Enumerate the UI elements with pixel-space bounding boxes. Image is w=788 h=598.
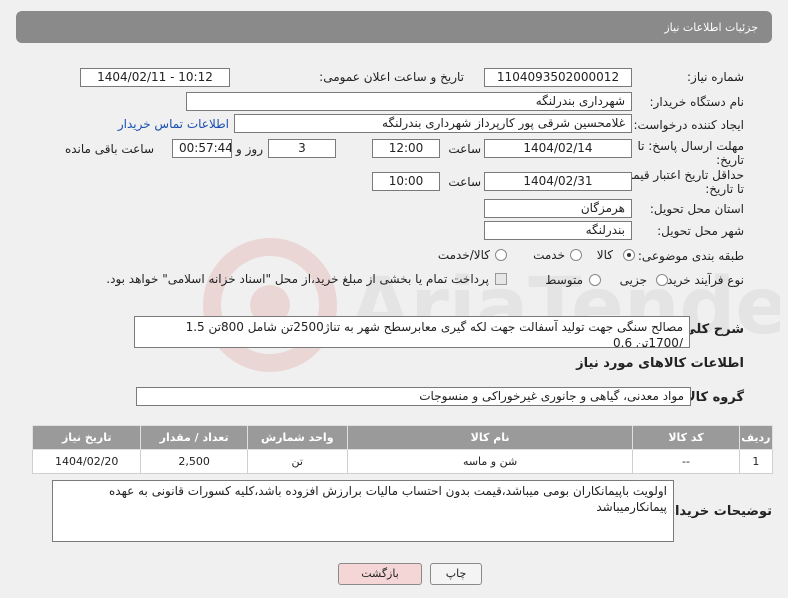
cell-unit: تن [246, 449, 348, 474]
announce-field[interactable]: 1404/02/11 - 10:12 [80, 68, 230, 87]
page: جزئیات اطلاعات نیاز AriaTender.net شماره… [0, 0, 788, 598]
description-textarea[interactable]: مصالح سنگی جهت تولید آسفالت جهت لکه گیری… [134, 316, 690, 348]
goods-table-header: ردیف کد کالا نام کالا واحد شمارش تعداد /… [31, 425, 774, 450]
category-option-goods: کالا [596, 248, 613, 262]
cell-name: شن و ماسه [346, 449, 634, 474]
cell-row: 1 [738, 449, 774, 474]
print-button[interactable]: چاپ [430, 563, 482, 585]
goods-table: ردیف کد کالا نام کالا واحد شمارش تعداد /… [31, 425, 774, 474]
validity-time-label: ساعت [448, 175, 481, 189]
treasury-payment-checkbox[interactable] [495, 273, 507, 285]
category-radio-service[interactable] [570, 249, 582, 261]
deadline-label: مهلت ارسال پاسخ: تا [637, 139, 744, 153]
page-title: جزئیات اطلاعات نیاز [16, 11, 772, 43]
treasury-payment-note: پرداخت تمام یا بخشی از مبلغ خرید،از محل … [106, 272, 489, 286]
deadline-time-label: ساعت [448, 142, 481, 156]
back-button[interactable]: بازگشت [338, 563, 422, 585]
buyer-org-label: نام دستگاه خریدار: [649, 95, 745, 109]
category-option-both: کالا/خدمت [437, 248, 490, 262]
goods-group-field[interactable]: مواد معدنی، گیاهی و جانوری غیرخوراکی و م… [136, 387, 691, 406]
buyer-notes-label: توضیحات خریدار: [662, 504, 772, 519]
province-field[interactable]: هرمزگان [484, 199, 632, 218]
category-option-service: خدمت [533, 248, 565, 262]
table-row[interactable]: 1 -- شن و ماسه تن 2,500 1404/02/20 [31, 449, 774, 474]
creator-field[interactable]: غلامحسین شرقی پور کارپرداز شهرداری بندرل… [234, 114, 632, 133]
cell-code: -- [632, 449, 740, 474]
validity-date-field[interactable]: 1404/02/31 [484, 172, 632, 191]
creator-label: ایجاد کننده درخواست: [633, 118, 744, 132]
deadline-time-field[interactable]: 12:00 [372, 139, 440, 158]
col-date: تاریخ نیاز [31, 425, 142, 450]
announce-label: تاریخ و ساعت اعلان عمومی: [319, 70, 464, 84]
cell-qty: 2,500 [140, 449, 248, 474]
col-unit: واحد شمارش [246, 425, 348, 450]
days-label: روز و [236, 142, 263, 156]
remaining-label: ساعت باقی مانده [64, 142, 154, 156]
category-radio-goods[interactable] [623, 249, 635, 261]
deadline-date-field[interactable]: 1404/02/14 [484, 139, 632, 158]
city-field[interactable]: بندرلنگه [484, 221, 632, 240]
process-radio-minor[interactable] [656, 274, 668, 286]
process-label: نوع فرآیند خرید : [659, 273, 744, 287]
col-qty: تعداد / مقدار [140, 425, 248, 450]
days-field[interactable]: 3 [268, 139, 336, 158]
deadline-label-date: تاریخ: [716, 153, 744, 167]
validity-label-date: تا تاریخ: [705, 182, 744, 196]
goods-section-title: اطلاعات کالاهای مورد نیاز [576, 356, 744, 371]
validity-time-field[interactable]: 10:00 [372, 172, 440, 191]
process-option-medium: متوسط [545, 273, 583, 287]
need-number-field[interactable]: 1104093502000012 [484, 68, 632, 87]
process-option-minor: جزیی [619, 273, 647, 287]
col-name: نام کالا [346, 425, 634, 450]
col-row: ردیف [738, 425, 774, 450]
buyer-org-field[interactable]: شهرداری بندرلنگه [186, 92, 632, 111]
process-radio-medium[interactable] [589, 274, 601, 286]
category-radio-both[interactable] [495, 249, 507, 261]
category-label: طبقه بندی موضوعی: [637, 249, 744, 263]
buyer-notes-textarea[interactable]: اولویت باپیمانکاران بومی میباشد،قیمت بدو… [52, 480, 674, 542]
city-label: شهر محل تحویل: [657, 224, 744, 238]
validity-label: حداقل تاریخ اعتبار قیمت: [617, 168, 744, 182]
need-number-label: شماره نیاز: [687, 70, 744, 84]
province-label: استان محل تحویل: [649, 202, 744, 216]
contact-info-link[interactable]: اطلاعات تماس خریدار [118, 117, 229, 131]
remaining-time-field[interactable]: 00:57:44 [172, 139, 232, 158]
cell-date: 1404/02/20 [31, 449, 142, 474]
col-code: کد کالا [632, 425, 740, 450]
